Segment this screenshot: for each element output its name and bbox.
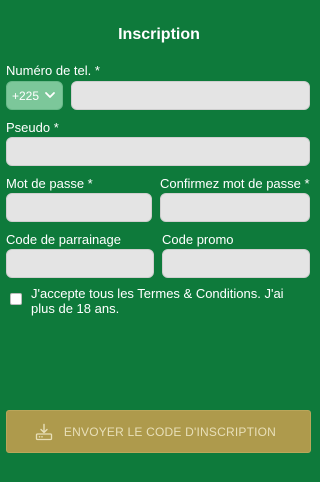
submit-button-label: ENVOYER LE CODE D'INSCRIPTION (63, 424, 277, 439)
terms-text: J'accepte tous les Termes & Conditions. … (31, 286, 284, 316)
chevron-down-icon (45, 92, 55, 98)
page-title: Inscription (118, 26, 200, 43)
download-icon (35, 423, 53, 440)
pseudo-input[interactable] (6, 137, 310, 166)
country-code-select[interactable]: +225 (6, 81, 63, 110)
password-input[interactable] (6, 193, 152, 222)
phone-input[interactable] (71, 81, 310, 110)
confirm-password-label: Confirmez mot de passe * (160, 176, 310, 191)
phone-label: Numéro de tel. * (6, 63, 100, 78)
password-label: Mot de passe * (6, 176, 93, 191)
country-code-value: +225 (12, 88, 40, 103)
send-registration-code-button[interactable]: ENVOYER LE CODE D'INSCRIPTION (6, 410, 311, 453)
promo-code-label: Code promo (162, 232, 234, 247)
referral-code-label: Code de parrainage (6, 232, 121, 247)
pseudo-label: Pseudo * (6, 120, 59, 135)
promo-code-input[interactable] (162, 249, 310, 278)
referral-code-input[interactable] (6, 249, 154, 278)
confirm-password-input[interactable] (160, 193, 310, 222)
terms-checkbox[interactable] (10, 293, 22, 305)
registration-form: Inscription Numéro de tel. * +225 Pseudo… (0, 0, 318, 482)
